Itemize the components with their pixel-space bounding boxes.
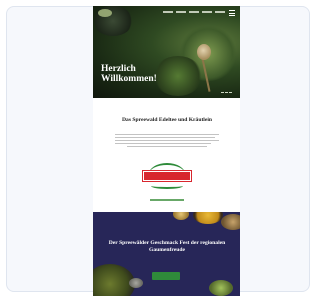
- spice-bowl-image: [173, 212, 189, 220]
- brand-link[interactable]: [150, 199, 184, 201]
- hero-banner: Herzlich Willkommen!: [93, 6, 240, 98]
- nav-item[interactable]: [176, 11, 186, 13]
- feature-heading: Der Spreewälder Geschmack Fest der regio…: [108, 240, 226, 253]
- spoon-image: [197, 44, 211, 60]
- nav-item[interactable]: [202, 11, 212, 13]
- intro-heading: Das Spreewald Edeltee und Kräutlein: [121, 117, 213, 123]
- site-logo[interactable]: [98, 9, 112, 17]
- spice-bowl-image: [221, 214, 240, 230]
- herb-bowl-image: [209, 280, 233, 296]
- hero-title: Herzlich Willkommen!: [101, 64, 157, 84]
- logo-ribbon: [143, 171, 191, 181]
- feature-cta-button[interactable]: [152, 272, 180, 280]
- spreewald-logo[interactable]: [143, 163, 191, 189]
- intro-paragraph: [115, 134, 219, 149]
- nav-item[interactable]: [163, 11, 173, 13]
- spice-bowl-image: [193, 212, 223, 224]
- slider-indicator[interactable]: [221, 92, 232, 93]
- menu-icon[interactable]: [229, 10, 235, 16]
- nav-item[interactable]: [215, 11, 225, 13]
- feature-section: Der Spreewälder Geschmack Fest der regio…: [93, 212, 240, 296]
- top-nav[interactable]: [163, 11, 225, 13]
- salt-bowl-image: [129, 278, 143, 288]
- nav-item[interactable]: [189, 11, 199, 13]
- website-preview[interactable]: Herzlich Willkommen! Das Spreewald Edelt…: [93, 6, 240, 296]
